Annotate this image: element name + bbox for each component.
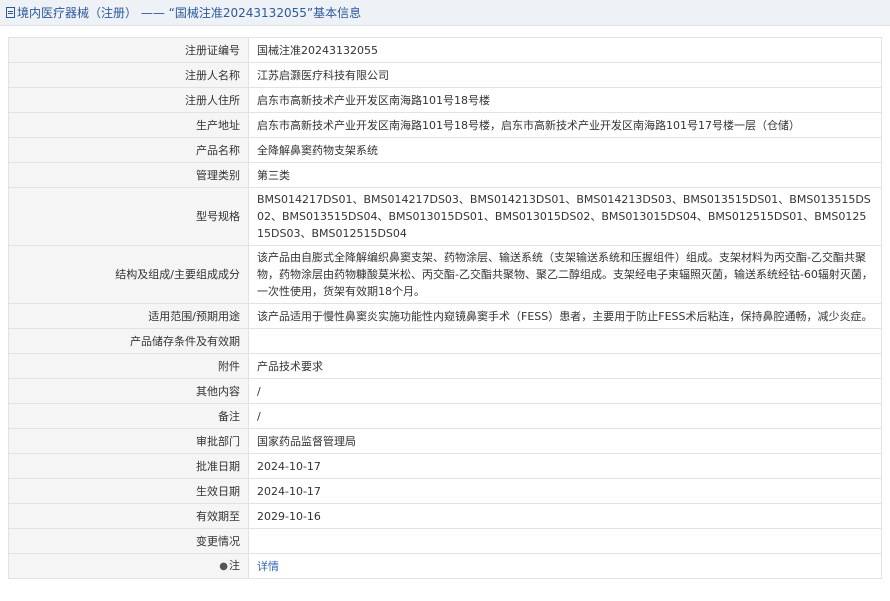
row-label-note: ●注 bbox=[8, 553, 249, 579]
table-row: ●注 详情 bbox=[8, 553, 882, 579]
device-info-table: 注册证编号 国械注准20243132055 注册人名称 江苏启灏医疗科技有限公司… bbox=[8, 37, 882, 579]
row-value-remarks: / bbox=[248, 403, 882, 429]
table-row: 生产地址 启东市高新技术产业开发区南海路101号18号楼，启东市高新技术产业开发… bbox=[8, 112, 882, 138]
pin-icon: ● bbox=[219, 561, 228, 572]
table-row: 审批部门 国家药品监督管理局 bbox=[8, 428, 882, 454]
row-label-registration-number: 注册证编号 bbox=[8, 37, 249, 63]
row-value-valid-until: 2029-10-16 bbox=[248, 503, 882, 529]
row-label-structure-composition: 结构及组成/主要组成成分 bbox=[8, 245, 249, 304]
row-label-production-address: 生产地址 bbox=[8, 112, 249, 138]
table-row: 注册人名称 江苏启灏医疗科技有限公司 bbox=[8, 62, 882, 88]
table-row: 管理类别 第三类 bbox=[8, 162, 882, 188]
row-label-approval-department: 审批部门 bbox=[8, 428, 249, 454]
table-row: 附件 产品技术要求 bbox=[8, 353, 882, 379]
row-value-change-history bbox=[248, 528, 882, 554]
row-label-model-spec: 型号规格 bbox=[8, 187, 249, 246]
row-label-registrant-address: 注册人住所 bbox=[8, 87, 249, 113]
row-value-management-class: 第三类 bbox=[248, 162, 882, 188]
row-value-production-address: 启东市高新技术产业开发区南海路101号18号楼，启东市高新技术产业开发区南海路1… bbox=[248, 112, 882, 138]
table-row: 注册证编号 国械注准20243132055 bbox=[8, 37, 882, 63]
row-label-product-name: 产品名称 bbox=[8, 137, 249, 163]
row-value-model-spec: BMS014217DS01、BMS014217DS03、BMS014213DS0… bbox=[248, 187, 882, 246]
row-value-registrant-address: 启东市高新技术产业开发区南海路101号18号楼 bbox=[248, 87, 882, 113]
row-value-structure-composition: 该产品由自膨式全降解编织鼻窦支架、药物涂层、输送系统（支架输送系统和压握组件）组… bbox=[248, 245, 882, 304]
row-label-approval-date: 批准日期 bbox=[8, 453, 249, 479]
row-value-note: 详情 bbox=[248, 553, 882, 579]
row-value-product-name: 全降解鼻窦药物支架系统 bbox=[248, 137, 882, 163]
header-separator: —— bbox=[137, 5, 169, 20]
row-label-change-history: 变更情况 bbox=[8, 528, 249, 554]
row-value-effective-date: 2024-10-17 bbox=[248, 478, 882, 504]
note-label-text: 注 bbox=[229, 559, 240, 572]
table-row: 适用范围/预期用途 该产品适用于慢性鼻窦炎实施功能性内窥镜鼻窦手术（FESS）患… bbox=[8, 303, 882, 329]
document-icon bbox=[6, 7, 15, 18]
row-value-approval-department: 国家药品监督管理局 bbox=[248, 428, 882, 454]
row-value-approval-date: 2024-10-17 bbox=[248, 453, 882, 479]
row-label-registrant-name: 注册人名称 bbox=[8, 62, 249, 88]
header-suffix: 基本信息 bbox=[313, 6, 362, 20]
row-value-storage-conditions bbox=[248, 328, 882, 354]
row-value-intended-use: 该产品适用于慢性鼻窦炎实施功能性内窥镜鼻窦手术（FESS）患者，主要用于防止FE… bbox=[248, 303, 882, 329]
page-header: 境内医疗器械（注册） —— “国械注准20243132055” 基本信息 bbox=[0, 0, 890, 26]
details-link[interactable]: 详情 bbox=[257, 560, 279, 573]
row-label-storage-conditions: 产品储存条件及有效期 bbox=[8, 328, 249, 354]
table-row: 其他内容 / bbox=[8, 378, 882, 404]
row-label-intended-use: 适用范围/预期用途 bbox=[8, 303, 249, 329]
row-value-attachment: 产品技术要求 bbox=[248, 353, 882, 379]
row-label-attachment: 附件 bbox=[8, 353, 249, 379]
row-label-effective-date: 生效日期 bbox=[8, 478, 249, 504]
row-label-management-class: 管理类别 bbox=[8, 162, 249, 188]
row-label-other-content: 其他内容 bbox=[8, 378, 249, 404]
table-row: 批准日期 2024-10-17 bbox=[8, 453, 882, 479]
table-row: 生效日期 2024-10-17 bbox=[8, 478, 882, 504]
row-value-other-content: / bbox=[248, 378, 882, 404]
row-label-remarks: 备注 bbox=[8, 403, 249, 429]
table-row: 备注 / bbox=[8, 403, 882, 429]
table-row: 产品储存条件及有效期 bbox=[8, 328, 882, 354]
header-category: 境内医疗器械（注册） bbox=[17, 6, 138, 20]
table-row: 变更情况 bbox=[8, 528, 882, 554]
row-label-valid-until: 有效期至 bbox=[8, 503, 249, 529]
row-value-registrant-name: 江苏启灏医疗科技有限公司 bbox=[248, 62, 882, 88]
table-row: 型号规格 BMS014217DS01、BMS014217DS03、BMS0142… bbox=[8, 187, 882, 246]
table-row: 结构及组成/主要组成成分 该产品由自膨式全降解编织鼻窦支架、药物涂层、输送系统（… bbox=[8, 245, 882, 304]
table-row: 有效期至 2029-10-16 bbox=[8, 503, 882, 529]
table-row: 注册人住所 启东市高新技术产业开发区南海路101号18号楼 bbox=[8, 87, 882, 113]
row-value-registration-number: 国械注准20243132055 bbox=[248, 37, 882, 63]
header-quoted-title: “国械注准20243132055” bbox=[168, 6, 314, 20]
table-row: 产品名称 全降解鼻窦药物支架系统 bbox=[8, 137, 882, 163]
